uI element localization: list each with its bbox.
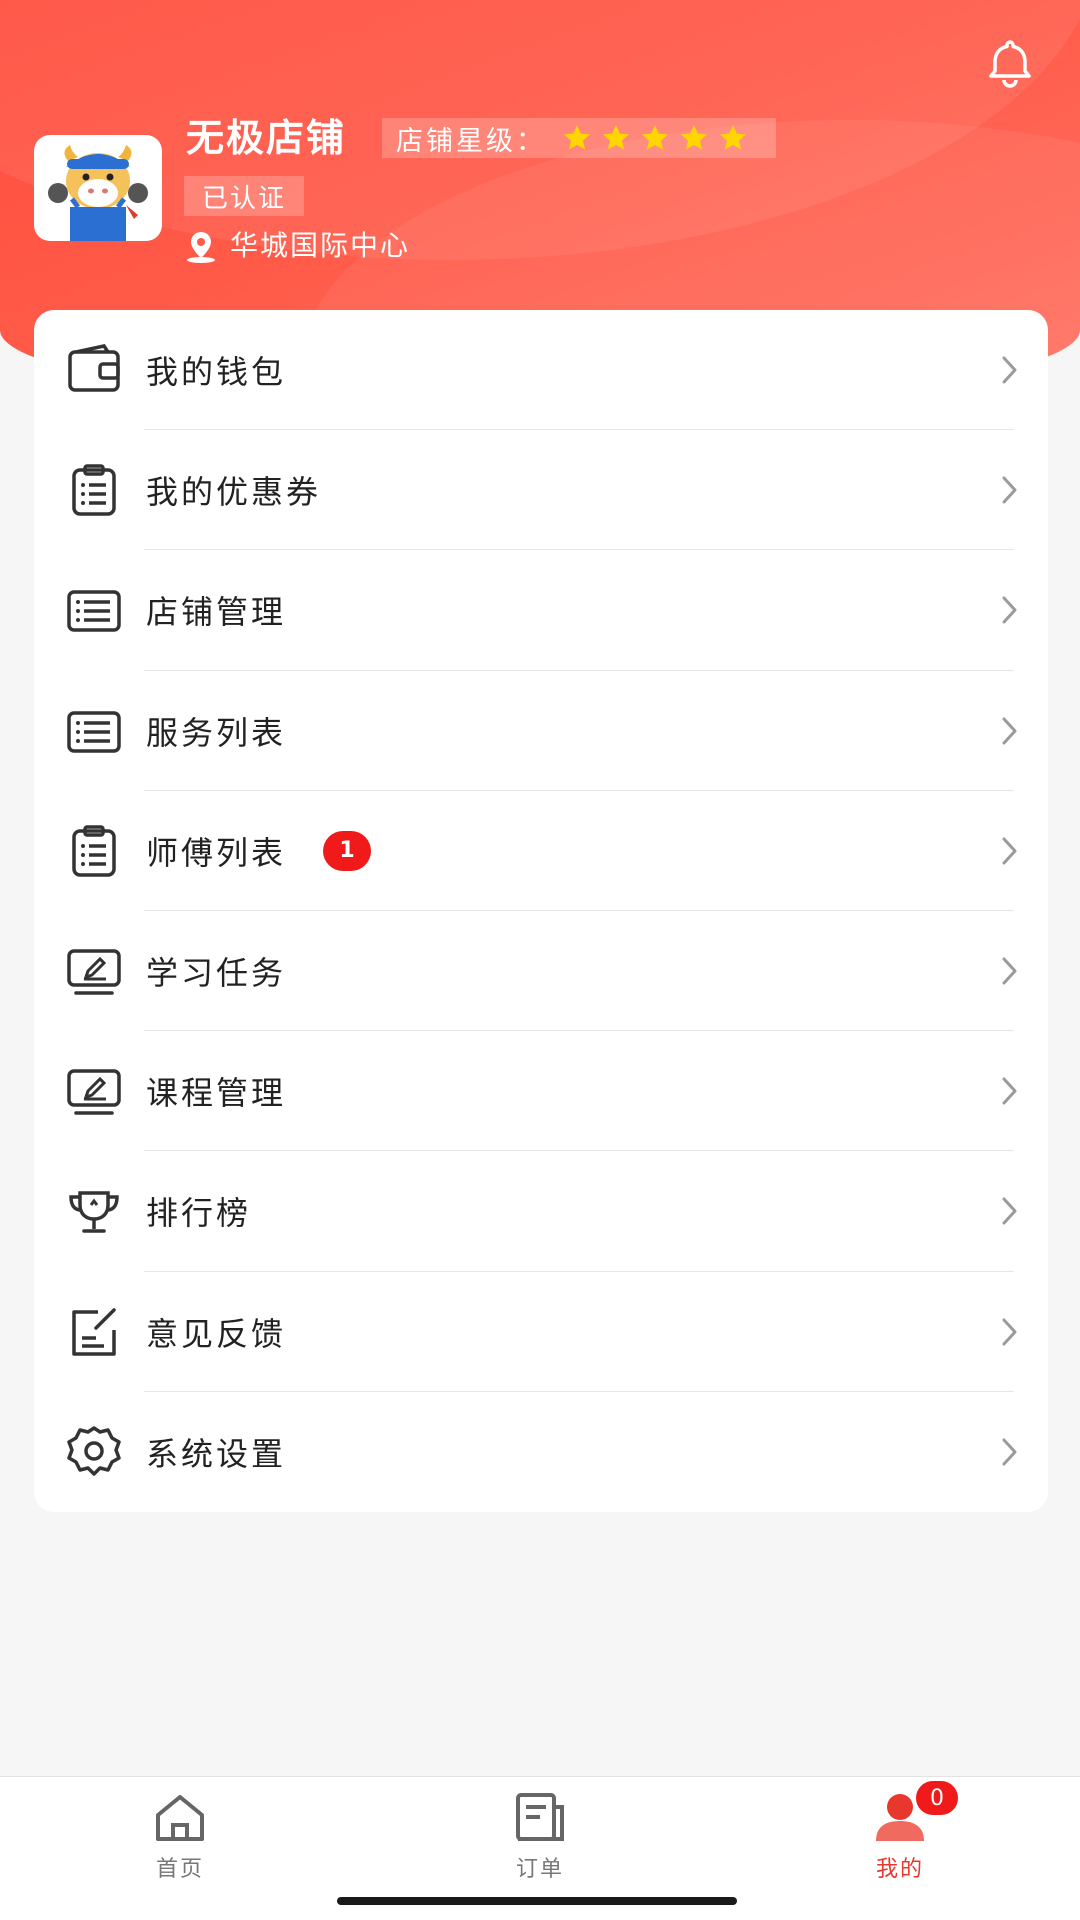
- chevron-right-icon: [1002, 717, 1017, 745]
- clipboard-list-icon: [64, 821, 124, 881]
- wallet-icon: [64, 340, 124, 400]
- chevron-right-icon: [1002, 1438, 1017, 1466]
- tab-badge: 0: [914, 1779, 960, 1817]
- menu-item[interactable]: 学习任务: [34, 911, 1048, 1032]
- tab-label: 首页: [155, 1857, 204, 1882]
- shop-name: 无极店铺: [186, 116, 347, 160]
- menu-item[interactable]: 排行榜: [34, 1151, 1048, 1272]
- shop-avatar[interactable]: [34, 135, 162, 241]
- certified-badge: 已认证: [184, 176, 304, 216]
- menu-item-label: 我的优惠券: [146, 473, 322, 512]
- shop-location: 华城国际中心: [230, 229, 411, 262]
- edit-note-icon: [64, 1302, 124, 1362]
- home-indicator[interactable]: [337, 1897, 737, 1905]
- tab-mine[interactable]: 0 我的: [820, 1779, 980, 1889]
- chevron-right-icon: [1002, 476, 1017, 504]
- star-icon: [564, 125, 590, 150]
- menu-item-label: 店铺管理: [146, 593, 287, 632]
- monitor-pen-icon: [64, 941, 124, 1001]
- menu-item-label: 我的钱包: [146, 353, 287, 392]
- tab-home[interactable]: 首页: [100, 1789, 260, 1889]
- menu-item[interactable]: 我的钱包: [34, 310, 1048, 431]
- chevron-right-icon: [1002, 1077, 1017, 1105]
- menu-item[interactable]: 我的优惠券: [34, 430, 1048, 551]
- menu-item[interactable]: 课程管理: [34, 1031, 1048, 1152]
- chevron-right-icon: [1002, 596, 1017, 624]
- location-pin-icon: [187, 232, 215, 263]
- star-icon: [642, 125, 668, 150]
- chevron-right-icon: [1002, 837, 1017, 865]
- menu-item[interactable]: 系统设置: [34, 1392, 1048, 1512]
- rating-label: 店铺星级：: [396, 125, 546, 157]
- chevron-right-icon: [1002, 1318, 1017, 1346]
- menu-item[interactable]: 服务列表: [34, 671, 1048, 791]
- menu-item-label: 系统设置: [146, 1434, 287, 1473]
- shop-rating: 店铺星级：: [382, 118, 776, 158]
- bell-icon[interactable]: [982, 34, 1038, 90]
- menu-item-label: 师傅列表: [146, 833, 287, 872]
- menu-item[interactable]: 店铺管理: [34, 550, 1048, 671]
- star-icon: [681, 125, 707, 150]
- tab-orders[interactable]: 订单: [460, 1789, 620, 1889]
- monitor-pen-icon: [64, 1061, 124, 1121]
- trophy-icon: [64, 1181, 124, 1241]
- menu-item[interactable]: 师傅列表 1: [34, 791, 1048, 911]
- clipboard-list-icon: [64, 460, 124, 520]
- chevron-right-icon: [1002, 356, 1017, 384]
- notification-badge: 1: [323, 830, 371, 871]
- menu-item-label: 意见反馈: [146, 1314, 287, 1353]
- menu-item[interactable]: 意见反馈: [34, 1272, 1048, 1392]
- menu-item-label: 课程管理: [146, 1074, 287, 1113]
- menu-item-label: 排行榜: [146, 1194, 252, 1233]
- chevron-right-icon: [1002, 957, 1017, 985]
- tab-label: 我的: [875, 1857, 924, 1882]
- gear-icon: [64, 1422, 124, 1482]
- star-icon: [720, 125, 746, 150]
- cartoon-ox-avatar: [48, 145, 148, 241]
- menu-item-label: 服务列表: [146, 713, 287, 752]
- list-icon: [64, 701, 124, 761]
- rating-stars: [562, 123, 757, 153]
- menu-item-label: 学习任务: [146, 954, 287, 993]
- star-icon: [603, 125, 629, 150]
- chevron-right-icon: [1002, 1197, 1017, 1225]
- tab-label: 订单: [515, 1857, 564, 1882]
- order-icon: [516, 1793, 564, 1841]
- home-icon: [156, 1795, 204, 1841]
- list-icon: [64, 580, 124, 640]
- menu-card: 我的钱包我的优惠券店铺管理服务列表师傅列表 1 学习任务课程管理排行榜意见反馈系统设…: [34, 310, 1048, 1512]
